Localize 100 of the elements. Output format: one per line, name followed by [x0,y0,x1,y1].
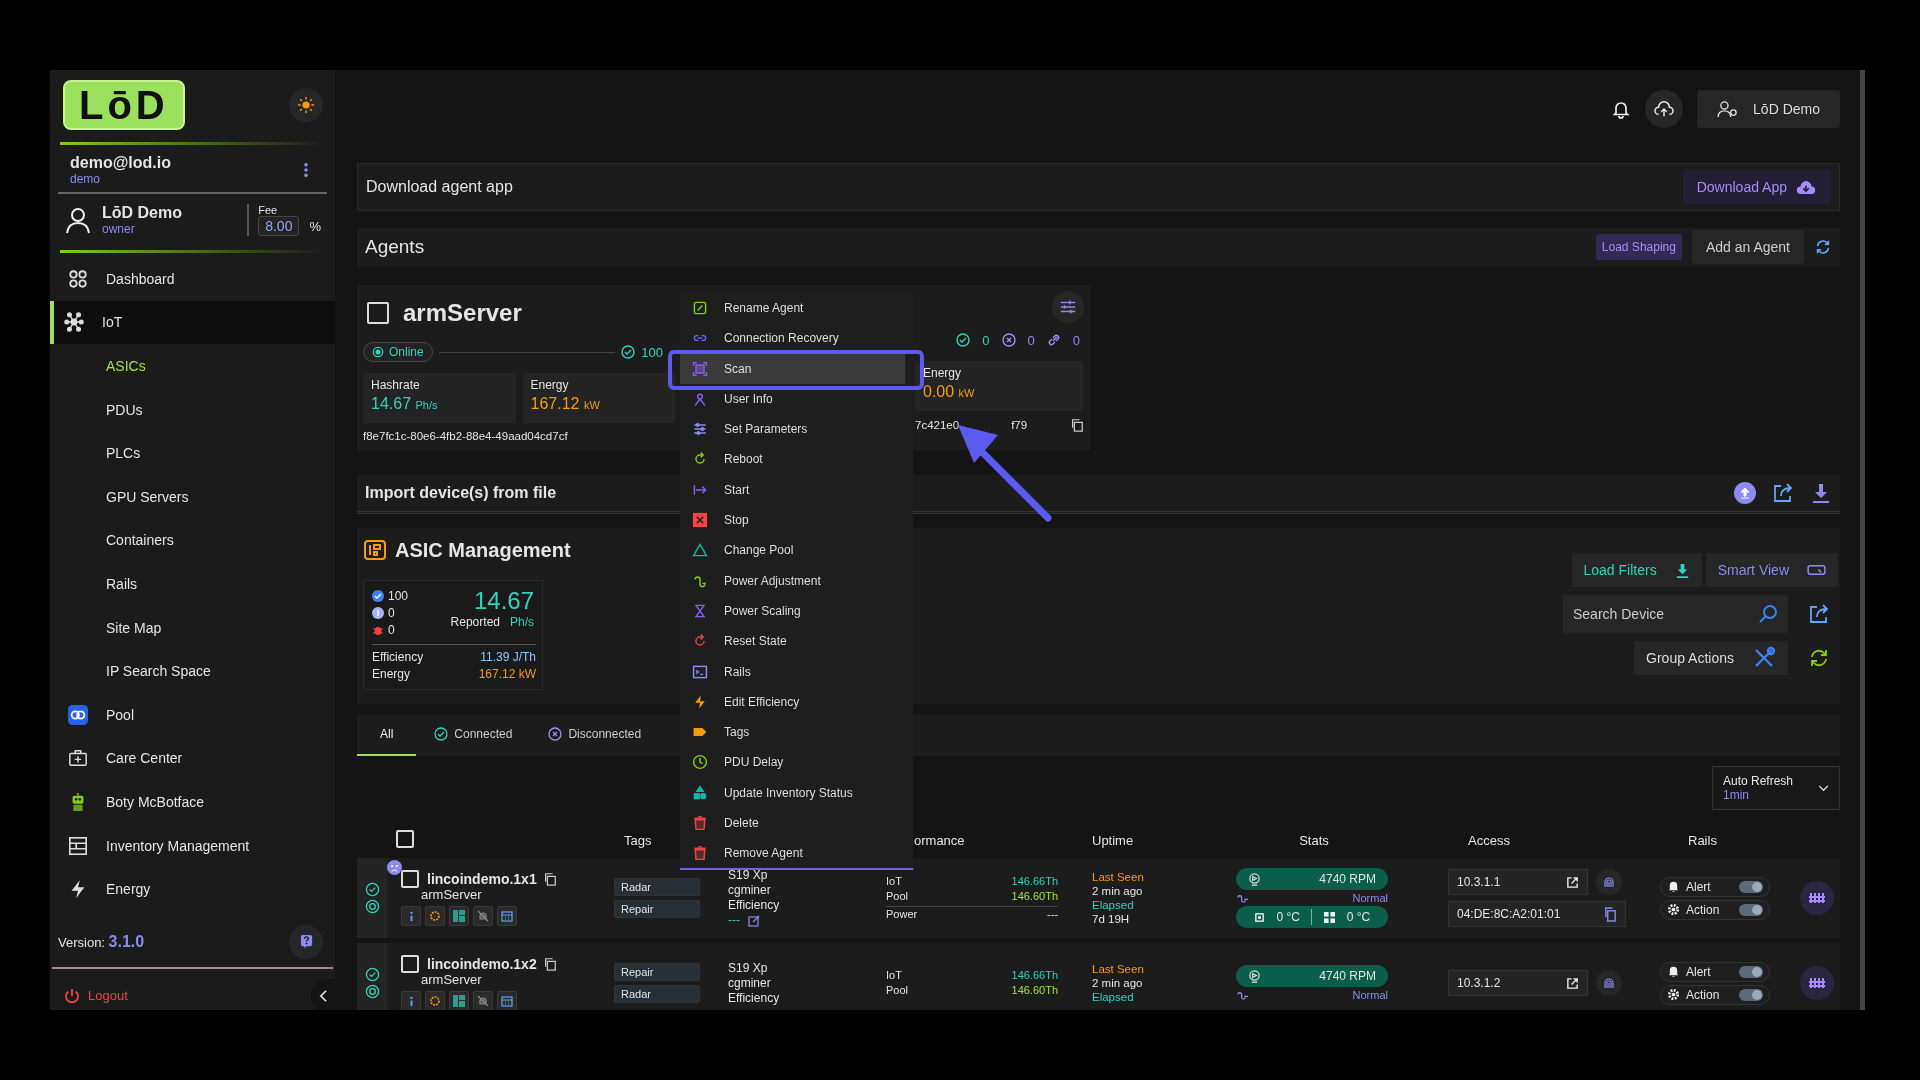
checkbox[interactable] [367,302,389,324]
nav-item[interactable]: Dashboard [50,257,335,301]
download-icon[interactable] [1810,482,1832,504]
upload-icon[interactable] [1734,482,1756,504]
calendar-button[interactable] [497,906,517,926]
nav-subitem[interactable]: Site Map [50,605,335,650]
logout-link[interactable]: Logout [64,987,128,1004]
menu-item[interactable]: Reboot [680,449,913,470]
nav-item[interactable]: Pool [50,692,335,737]
nav-subitem[interactable]: GPU Servers [50,474,335,519]
external-link-icon[interactable] [1566,976,1579,990]
menu-item[interactable]: Power Scaling [680,600,913,621]
hourglass-icon [692,602,708,619]
calendar-button[interactable] [497,991,517,1010]
layout-button[interactable] [449,906,469,926]
menu-item[interactable]: Update Inventory Status [680,782,913,803]
auto-refresh-dropdown[interactable]: Auto Refresh 1min [1712,766,1840,810]
smart-view-button[interactable]: Smart View [1705,553,1838,587]
alert-toggle[interactable]: Alert [1660,961,1770,982]
copy-icon[interactable] [542,872,557,886]
menu-item[interactable]: Set Parameters [680,419,913,440]
menu-item[interactable]: Connection Recovery [680,328,913,349]
user-button[interactable]: LōD Demo [1697,90,1840,128]
menu-item[interactable]: Rails [680,661,913,682]
collapse-button[interactable] [311,978,335,1010]
alert-toggle[interactable]: Alert [1660,876,1770,897]
share-icon[interactable] [1808,603,1830,625]
account-role: demo [70,172,102,186]
add-agent-button[interactable]: Add an Agent [1691,230,1804,264]
refresh-icon[interactable] [1814,238,1832,256]
bell-off-button[interactable] [473,991,493,1010]
nav-subitem[interactable]: IP Search Space [50,649,335,693]
elapsed-label: Elapsed [1092,990,1135,1004]
action-toggle[interactable]: Action [1660,899,1770,920]
tab[interactable]: Disconnected [530,714,660,756]
more-icon[interactable] [303,162,309,178]
nav-subitem[interactable]: PLCs [50,431,335,475]
load-filters-button[interactable]: Load Filters [1571,553,1702,587]
menu-item[interactable]: Stop [680,510,913,531]
group-actions-button[interactable]: Group Actions [1634,641,1788,675]
copy-icon[interactable] [1070,418,1084,432]
menu-item[interactable]: Rename Agent [680,298,913,318]
tag[interactable]: Repair [614,900,700,918]
menu-item[interactable]: Remove Agent [680,843,913,864]
logo[interactable]: LōD [63,80,185,130]
nav-item[interactable]: Energy [50,867,335,911]
menu-item[interactable]: Edit Efficiency [680,691,913,712]
pool-hashrate: 146.60Th [1011,983,1058,998]
edit-icon[interactable] [748,914,760,927]
ip-field[interactable]: 10.3.1.1 [1448,869,1588,895]
nav-subitem[interactable]: Rails [50,562,335,606]
tag[interactable]: Radar [614,878,700,896]
share-icon[interactable] [1772,482,1794,504]
search-field[interactable]: Search Device [1563,595,1788,633]
menu-item[interactable]: PDU Delay [680,752,913,773]
tab[interactable]: All [357,714,417,756]
menu-item[interactable]: Power Adjustment [680,570,913,591]
menu-item[interactable]: Reset State [680,631,913,652]
notification-icon[interactable] [1611,99,1632,119]
fee-field[interactable]: 8.00 [258,216,300,236]
nav-subitem[interactable]: Containers [50,518,335,563]
row-checkbox[interactable] [401,955,419,973]
menu-item[interactable]: Change Pool [680,540,913,561]
menu-item[interactable]: Delete [680,813,913,834]
scrollbar[interactable] [1860,70,1865,1010]
tab[interactable]: Connected [416,714,531,756]
rails-button[interactable] [1800,966,1834,1000]
ip-field[interactable]: 10.3.1.2 [1448,970,1588,996]
bell-off-button[interactable] [473,906,493,926]
nav-subitem[interactable]: PDUs [50,387,335,432]
action-toggle[interactable]: Action [1660,984,1770,1005]
tag[interactable]: Repair [614,963,700,981]
load-shaping-button[interactable]: Load Shaping [1595,234,1682,260]
help-button[interactable] [289,924,323,959]
layout-button[interactable] [449,991,469,1010]
settings-button[interactable] [1052,291,1084,323]
copy-icon[interactable] [1604,906,1617,922]
upload-button[interactable] [1645,90,1684,128]
external-link-icon[interactable] [1566,875,1579,889]
row-checkbox[interactable] [401,870,419,888]
nav-item[interactable]: Inventory Management [50,823,335,868]
column-header: Uptime [1091,832,1135,848]
menu-item[interactable]: Start [680,479,913,500]
nav-subitem[interactable]: ASICs [50,344,335,388]
menu-item[interactable]: Tags [680,722,913,743]
nav-item[interactable]: Care Center [50,736,335,781]
download-app-button[interactable]: Download App [1682,170,1831,204]
theme-toggle-button[interactable] [289,88,323,122]
rails-button[interactable] [1800,881,1834,915]
info-button[interactable] [401,991,421,1010]
nav-item[interactable]: IoT [50,300,335,345]
menu-item[interactable]: User Info [680,388,913,409]
nav-item[interactable]: Boty McBotface [50,780,335,824]
mac-field[interactable]: 04:DE:8C:A2:01:01 [1448,901,1626,927]
info-button[interactable] [401,906,421,926]
tag[interactable]: Radar [614,985,700,1003]
select-all-checkbox[interactable] [396,829,414,848]
medical-case-icon [68,748,88,769]
copy-icon[interactable] [542,957,557,971]
refresh-icon[interactable] [1808,647,1830,669]
